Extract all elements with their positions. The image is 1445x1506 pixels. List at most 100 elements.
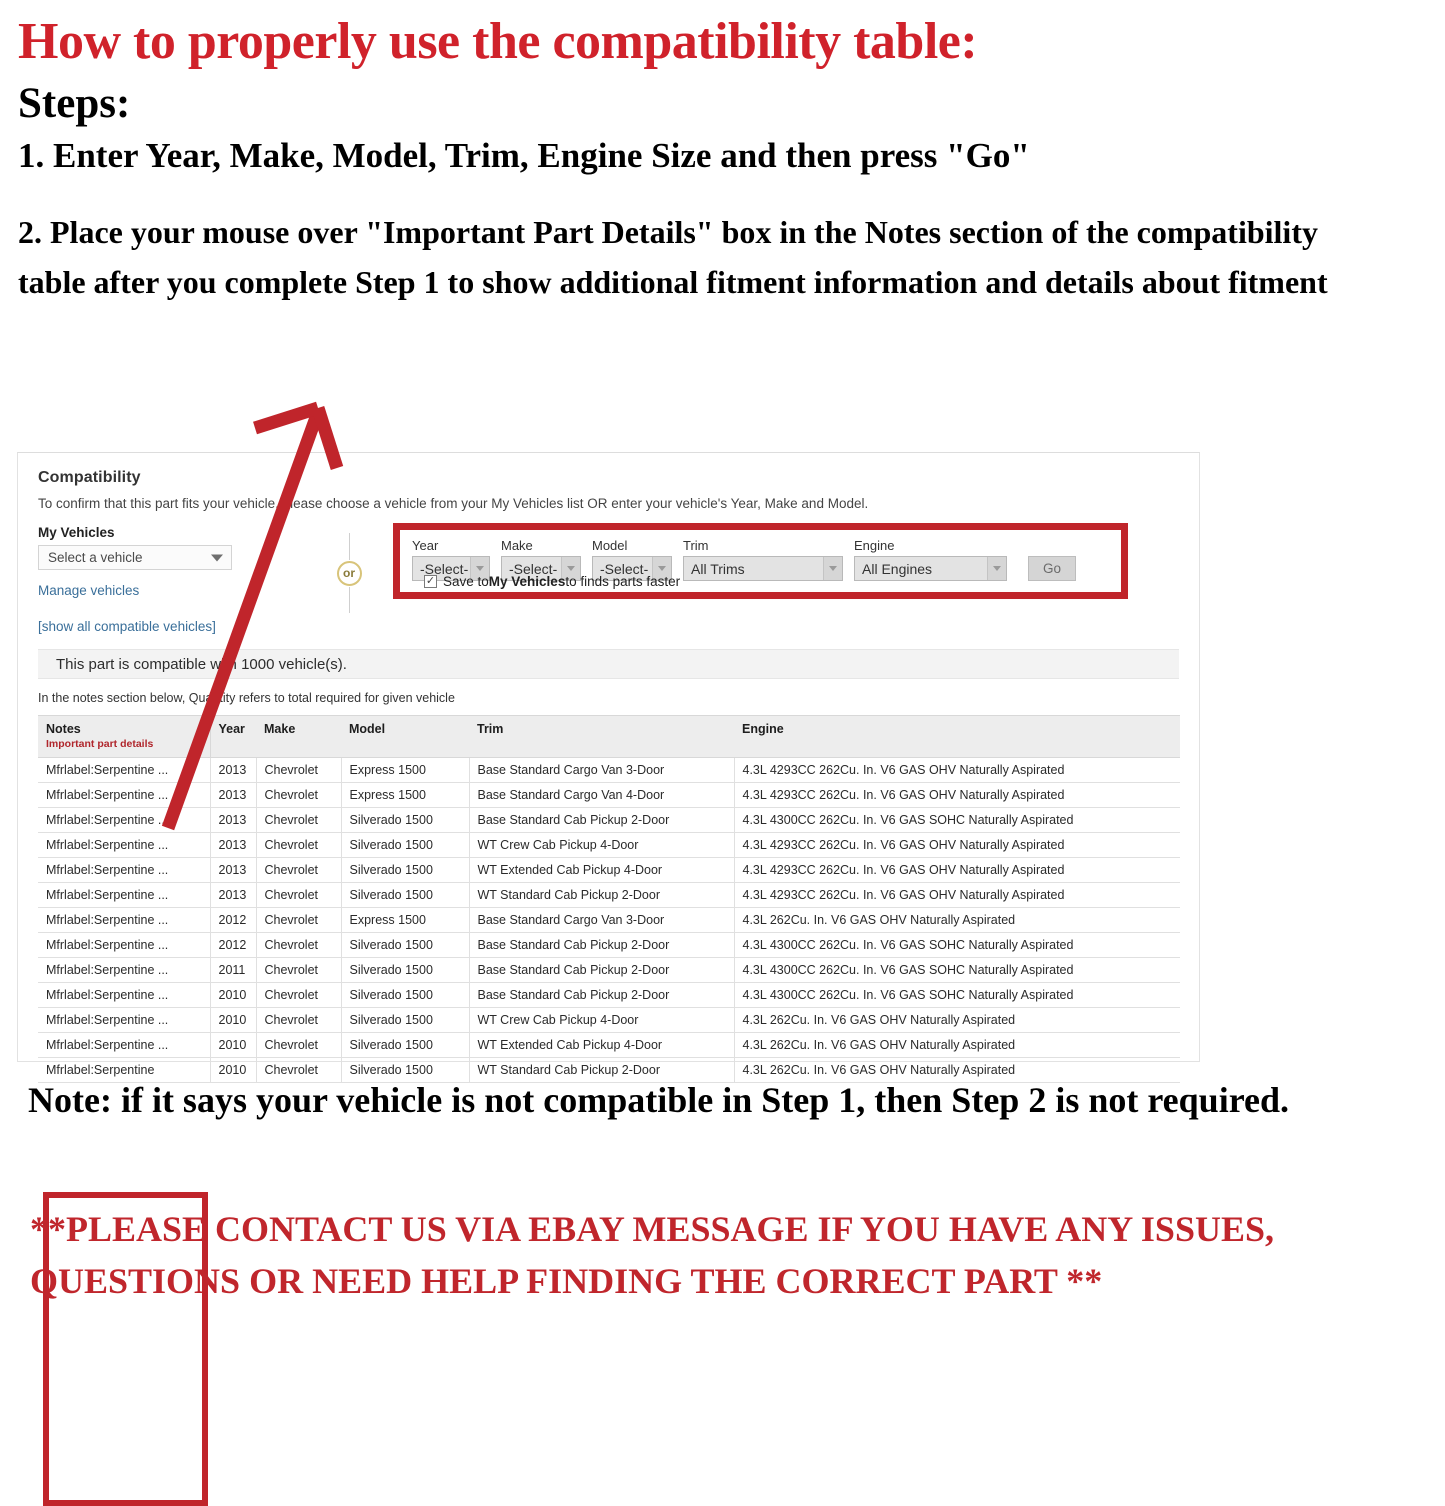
table-row: Mfrlabel:Serpentine ... 2010 Chevrolet Silv… (38, 1007, 1180, 1033)
model-label: Model (592, 538, 628, 553)
trim-select[interactable]: All Trims (683, 556, 843, 581)
cell-trim: Base Standard Cab Pickup 2-Door (469, 807, 735, 833)
table-row: Mfrlabel:Serpentine ... 2012 Chevrolet Expr… (38, 907, 1180, 933)
table-row: Mfrlabel:Serpentine ... 2010 Chevrolet Silv… (38, 1032, 1180, 1058)
cell-notes[interactable]: Mfrlabel:Serpentine ... (38, 857, 211, 883)
cell-year: 2013 (210, 807, 257, 833)
important-part-details-label: Important part details (46, 738, 154, 750)
compatibility-panel: Compatibility To confirm that this part … (17, 452, 1200, 1506)
cell-trim: Base Standard Cargo Van 3-Door (469, 907, 735, 933)
quantity-note: In the notes section below, Quantity ref… (38, 691, 455, 705)
cell-notes[interactable]: Mfrlabel:Serpentine ... (38, 982, 211, 1008)
engine-select[interactable]: All Engines (854, 556, 1007, 581)
cell-model: Silverado 1500 (341, 1007, 470, 1033)
fitment-table: Notes Important part details Year Make M… (38, 715, 1180, 1083)
cell-engine: 4.3L 4300CC 262Cu. In. V6 GAS SOHC Natur… (734, 982, 1180, 1008)
show-all-compatible-vehicles-link[interactable]: [show all compatible vehicles] (38, 619, 1179, 634)
cell-year: 2013 (210, 857, 257, 883)
my-vehicles-select[interactable]: Select a vehicle (38, 545, 232, 570)
table-row: Mfrlabel:Serpentine ... 2012 Chevrolet Silv… (38, 932, 1180, 958)
chevron-down-icon (823, 557, 842, 580)
cell-make: Chevrolet (256, 957, 342, 983)
compatibility-subheading: To confirm that this part fits your vehi… (38, 496, 869, 511)
column-header-model: Model (341, 715, 469, 758)
cell-model: Silverado 1500 (341, 932, 470, 958)
cell-engine: 4.3L 262Cu. In. V6 GAS OHV Naturally Asp… (734, 1007, 1180, 1033)
cell-year: 2013 (210, 832, 257, 858)
cell-notes[interactable]: Mfrlabel:Serpentine ... (38, 932, 211, 958)
cell-year: 2010 (210, 982, 257, 1008)
cell-make: Chevrolet (256, 1032, 342, 1058)
finder-highlight-box: Year -Select- Make -Select- Model -Selec… (393, 523, 1128, 599)
column-header-make: Make (256, 715, 341, 758)
footer-contact-message: **PLEASE CONTACT US VIA EBAY MESSAGE IF … (30, 1209, 1275, 1302)
engine-field: Engine All Engines (854, 538, 1007, 581)
cell-notes[interactable]: Mfrlabel:Serpentine ... (38, 1032, 211, 1058)
compatibility-status-bar: This part is compatible with 1000 vehicl… (38, 649, 1179, 679)
cell-year: 2010 (210, 1007, 257, 1033)
or-badge: or (336, 560, 362, 586)
cell-notes[interactable]: Mfrlabel:Serpentine ... (38, 957, 211, 983)
cell-year: 2012 (210, 907, 257, 933)
trim-select-value: All Trims (691, 560, 745, 577)
footer-note: Note: if it says your vehicle is not com… (28, 1080, 1290, 1120)
table-row: Mfrlabel:Serpentine ... 2011 Chevrolet Silv… (38, 957, 1180, 983)
make-label: Make (501, 538, 533, 553)
column-header-year: Year (210, 715, 256, 758)
table-row: Mfrlabel:Serpentine ... 2010 Chevrolet Silv… (38, 982, 1180, 1008)
column-header-notes: Notes Important part details (38, 715, 211, 758)
cell-make: Chevrolet (256, 907, 342, 933)
cell-make: Chevrolet (256, 782, 342, 808)
or-line-bottom (348, 586, 350, 613)
year-label: Year (412, 538, 439, 553)
cell-make: Chevrolet (256, 807, 342, 833)
save-text-after: to finds parts faster (565, 574, 681, 589)
cell-notes[interactable]: Mfrlabel:Serpentine ... (38, 882, 211, 908)
column-header-notes-label: Notes (46, 722, 81, 736)
cell-model: Silverado 1500 (341, 882, 470, 908)
cell-trim: Base Standard Cab Pickup 2-Door (469, 982, 735, 1008)
vehicle-finder-row: My Vehicles Select a vehicle Manage vehi… (38, 523, 1179, 617)
cell-notes[interactable]: Mfrlabel:Serpentine ... (38, 757, 211, 783)
cell-make: Chevrolet (256, 832, 342, 858)
cell-engine: 4.3L 4293CC 262Cu. In. V6 GAS OHV Natura… (734, 832, 1180, 858)
page-title: How to properly use the compatibility ta… (18, 13, 978, 70)
cell-trim: WT Crew Cab Pickup 4-Door (469, 1007, 735, 1033)
cell-engine: 4.3L 4300CC 262Cu. In. V6 GAS SOHC Natur… (734, 957, 1180, 983)
instructions-block: How to properly use the compatibility ta… (18, 13, 1418, 308)
fitment-table-body: Mfrlabel:Serpentine ... 2013 Chevrolet Expr… (38, 757, 1180, 1083)
go-button[interactable]: Go (1028, 556, 1076, 581)
cell-engine: 4.3L 4300CC 262Cu. In. V6 GAS SOHC Natur… (734, 807, 1180, 833)
chevron-down-icon (211, 554, 223, 561)
table-row: Mfrlabel:Serpentine ... 2013 Chevrolet Silv… (38, 882, 1180, 908)
cell-notes[interactable]: Mfrlabel:Serpentine ... (38, 907, 211, 933)
cell-make: Chevrolet (256, 857, 342, 883)
cell-make: Chevrolet (256, 982, 342, 1008)
cell-notes[interactable]: Mfrlabel:Serpentine ... (38, 782, 211, 808)
table-row: Mfrlabel:Serpentine ... 2013 Chevrolet Expr… (38, 757, 1180, 783)
save-checkbox[interactable]: ✓ (424, 575, 437, 588)
table-header-row: Notes Important part details Year Make M… (38, 715, 1180, 758)
cell-engine: 4.3L 262Cu. In. V6 GAS OHV Naturally Asp… (734, 907, 1180, 933)
cell-engine: 4.3L 4293CC 262Cu. In. V6 GAS OHV Natura… (734, 757, 1180, 783)
cell-trim: WT Crew Cab Pickup 4-Door (469, 832, 735, 858)
cell-notes[interactable]: Mfrlabel:Serpentine ... (38, 807, 211, 833)
cell-make: Chevrolet (256, 882, 342, 908)
cell-year: 2013 (210, 757, 257, 783)
chevron-down-icon (987, 557, 1006, 580)
cell-year: 2010 (210, 1032, 257, 1058)
save-to-my-vehicles-row[interactable]: ✓ Save to My Vehicles to finds parts fas… (424, 574, 680, 589)
cell-year: 2011 (210, 957, 257, 983)
trim-field: Trim All Trims (683, 538, 843, 581)
or-line-top (348, 533, 350, 560)
save-text-bold: My Vehicles (488, 574, 566, 589)
step-1-text: 1. Enter Year, Make, Model, Trim, Engine… (18, 136, 1030, 176)
cell-trim: WT Extended Cab Pickup 4-Door (469, 857, 735, 883)
column-header-trim: Trim (469, 715, 734, 758)
step-2-text: 2. Place your mouse over "Important Part… (18, 213, 1328, 301)
cell-trim: Base Standard Cargo Van 3-Door (469, 757, 735, 783)
cell-notes[interactable]: Mfrlabel:Serpentine ... (38, 832, 211, 858)
column-header-engine: Engine (734, 715, 1180, 758)
cell-notes[interactable]: Mfrlabel:Serpentine ... (38, 1007, 211, 1033)
my-vehicles-select-value: Select a vehicle (48, 550, 143, 565)
